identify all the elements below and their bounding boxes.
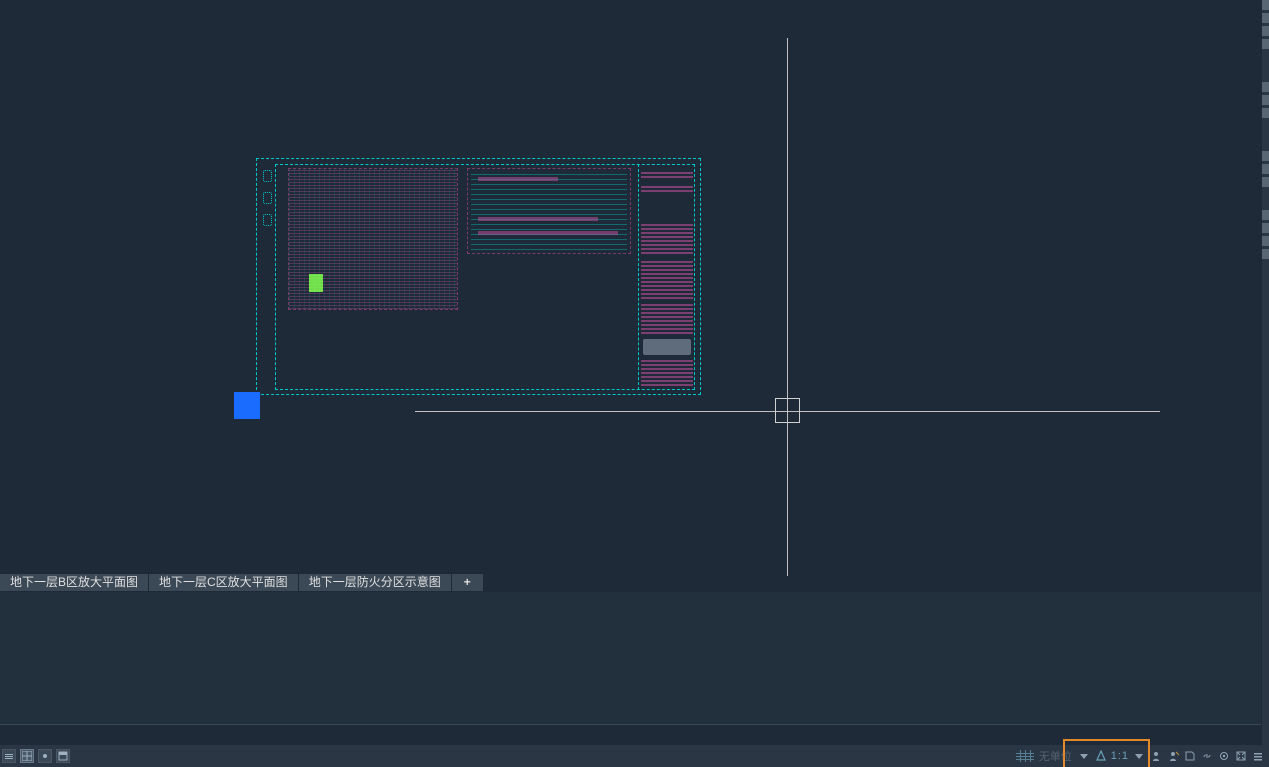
right-strip-button[interactable] — [1262, 95, 1269, 105]
schedule-table-block — [288, 168, 458, 310]
layout-button[interactable] — [56, 749, 70, 763]
right-strip-button[interactable] — [1262, 223, 1269, 233]
right-strip-button[interactable] — [1262, 210, 1269, 220]
right-strip-button[interactable] — [1262, 108, 1269, 118]
right-strip-button[interactable] — [1262, 151, 1269, 161]
status-bar: 无单位 1:1 — [0, 745, 1269, 767]
right-strip-button[interactable] — [1262, 249, 1269, 259]
annotation-scale-icon[interactable] — [1149, 749, 1163, 763]
crosshair-pickbox — [775, 398, 800, 423]
link-icon[interactable] — [1200, 749, 1214, 763]
units-dropdown-icon[interactable] — [1080, 754, 1088, 759]
titleblock-logo — [643, 339, 691, 355]
right-strip-button[interactable] — [1262, 236, 1269, 246]
right-strip-button[interactable] — [1262, 39, 1269, 49]
status-right-group: 无单位 1:1 — [1016, 748, 1269, 764]
notes-block — [467, 168, 631, 254]
scale-dropdown-icon[interactable] — [1135, 754, 1143, 759]
notes-text — [478, 177, 558, 181]
right-strip-button[interactable] — [1262, 164, 1269, 174]
lower-divider — [0, 724, 1261, 725]
command-area[interactable] — [0, 592, 1261, 724]
schedule-highlight — [309, 274, 323, 292]
binding-mark — [263, 192, 272, 204]
right-strip-button[interactable] — [1262, 177, 1269, 187]
right-strip-button[interactable] — [1262, 0, 1269, 10]
isolate-objects-icon[interactable] — [1234, 749, 1248, 763]
scale-marker-icon[interactable] — [1094, 749, 1108, 763]
binding-mark — [263, 214, 272, 226]
sheet-set-icon[interactable] — [1183, 749, 1197, 763]
snap-toggle-button[interactable] — [38, 749, 52, 763]
annotation-visibility-icon[interactable] — [1166, 749, 1180, 763]
customize-menu-icon[interactable] — [1251, 749, 1265, 763]
units-grid-icon[interactable] — [1016, 750, 1034, 762]
titleblock-row — [641, 360, 693, 386]
layout-tabs-bar: 地下一层B区放大平面图 地下一层C区放大平面图 地下一层防火分区示意图 + — [0, 574, 484, 591]
titleblock-row — [641, 184, 693, 192]
notes-text — [478, 231, 618, 235]
add-layout-tab-button[interactable]: + — [452, 574, 484, 591]
layout-tab[interactable]: 地下一层防火分区示意图 — [299, 574, 452, 591]
model-icon — [4, 751, 14, 761]
crosshair-vertical — [787, 38, 788, 576]
notes-text — [478, 217, 598, 221]
right-strip-button[interactable] — [1262, 13, 1269, 23]
layout-tab[interactable]: 地下一层B区放大平面图 — [0, 574, 149, 591]
layout-tab[interactable]: 地下一层C区放大平面图 — [149, 574, 299, 591]
status-left-group — [0, 749, 70, 763]
right-tool-strip[interactable] — [1262, 0, 1269, 745]
titleblock-row — [641, 170, 693, 178]
units-label: 无单位 — [1037, 748, 1074, 764]
titleblock-row — [641, 224, 693, 254]
selection-grip[interactable] — [234, 392, 260, 419]
grid-toggle-button[interactable] — [20, 749, 34, 763]
titleblock-row — [641, 259, 693, 299]
notes-lines — [471, 172, 627, 250]
model-space-button[interactable] — [2, 749, 16, 763]
layout-icon — [58, 751, 68, 761]
titleblock-row — [641, 304, 693, 334]
annotation-scale-label: 1:1 — [1111, 750, 1129, 762]
binding-mark — [263, 170, 272, 182]
title-block — [638, 164, 695, 390]
grid-icon — [22, 751, 32, 761]
right-strip-button[interactable] — [1262, 82, 1269, 92]
drawing-canvas[interactable] — [0, 0, 1261, 576]
right-strip-button[interactable] — [1262, 26, 1269, 36]
settings-icon[interactable] — [1217, 749, 1231, 763]
snap-icon — [40, 751, 50, 761]
